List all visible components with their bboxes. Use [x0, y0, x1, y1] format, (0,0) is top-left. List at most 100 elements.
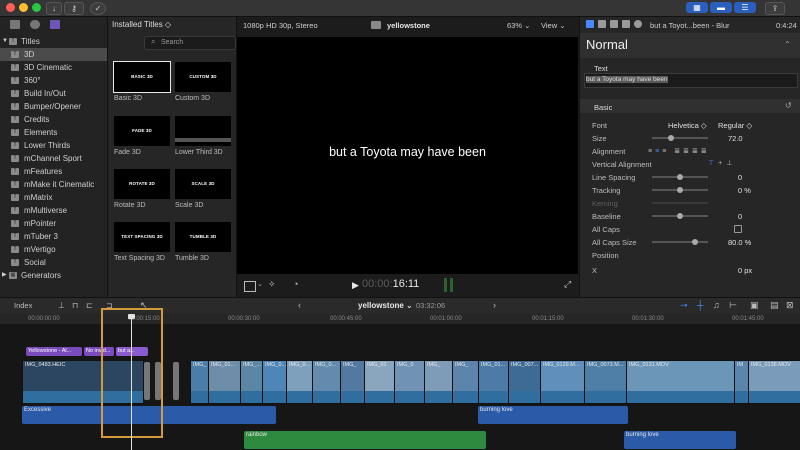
clip-appearance-icon[interactable]: ▣	[750, 300, 759, 311]
align-bottom-icon[interactable]: ⊥	[726, 160, 736, 167]
info-inspector-icon[interactable]	[586, 20, 594, 28]
timeline-project-menu[interactable]: yellowstone ⌄	[358, 301, 413, 310]
sidebar-item-3d-cinematic[interactable]: T 3D Cinematic	[0, 61, 107, 74]
line-spacing-slider[interactable]	[652, 174, 708, 180]
audio-clip[interactable]: rainbow	[244, 431, 486, 449]
minimize-window-button[interactable]	[19, 3, 28, 12]
font-style-menu[interactable]: Regular ◇	[718, 121, 752, 130]
solo-headphones-icon[interactable]: ♫	[713, 300, 720, 310]
title-clip[interactable]: Yellowstone - Al...	[26, 347, 82, 356]
sidebar-item-mmultiverse[interactable]: TmMultiverse	[0, 204, 107, 217]
enhance-wand-icon[interactable]: ✧	[268, 279, 276, 290]
sidebar-item-build-in-out[interactable]: T Build In/Out	[0, 87, 107, 100]
align-top-icon[interactable]: ⊤	[708, 160, 718, 167]
disclosure-down-icon[interactable]: ▼	[2, 35, 8, 48]
video-clip[interactable]: IMG_01...	[478, 360, 510, 404]
video-clip[interactable]: IMG_	[340, 360, 366, 404]
sidebar-item-elements[interactable]: T Elements	[0, 126, 107, 139]
sidebar-item-generators[interactable]: ▶ ▦ Generators	[0, 269, 107, 282]
sidebar-item-titles[interactable]: ▼ T Titles	[0, 35, 107, 48]
tracking-slider[interactable]	[652, 187, 708, 193]
photos-icon[interactable]	[10, 20, 20, 29]
all-caps-size-value[interactable]: 80.0 %	[728, 238, 751, 247]
zoom-menu[interactable]: 63% ⌄	[507, 21, 530, 30]
sidebar-item-social[interactable]: T Social	[0, 256, 107, 269]
close-window-button[interactable]	[6, 3, 15, 12]
video-clip[interactable]: IMG_0...	[262, 360, 288, 404]
sidebar-item-mmatrix[interactable]: TmMatrix	[0, 191, 107, 204]
import-button[interactable]: ↓	[46, 2, 62, 15]
video-clip[interactable]: IMG_01	[364, 360, 396, 404]
align-middle-icon[interactable]: +	[718, 160, 726, 167]
audio-clip[interactable]: burning love	[624, 431, 736, 449]
align-right-icon[interactable]: ≡	[662, 148, 669, 155]
show-inspector-button[interactable]: ☰	[734, 2, 756, 13]
video-clip[interactable]: IMG_0131.MOV	[626, 360, 736, 404]
sidebar-item-mfeatures[interactable]: TmFeatures	[0, 165, 107, 178]
back-arrow-icon[interactable]: ‹	[298, 300, 301, 310]
title-thumbnail[interactable]	[175, 116, 231, 146]
background-tasks-button[interactable]: ✓	[90, 2, 106, 15]
sidebar-item-mpointer[interactable]: TmPointer	[0, 217, 107, 230]
fullscreen-icon[interactable]: ⤢	[564, 279, 571, 290]
video-clip[interactable]: IMG_01...	[208, 360, 242, 404]
music-icon[interactable]	[30, 20, 40, 29]
all-caps-size-slider[interactable]	[652, 239, 708, 245]
sidebar-item-3d[interactable]: T 3D	[0, 48, 107, 61]
play-icon[interactable]: ▶	[352, 280, 359, 291]
browser-header[interactable]: Installed Titles ◇	[108, 20, 236, 29]
baseline-value[interactable]: 0	[738, 212, 742, 221]
title-overlay-text[interactable]: but a Toyota may have been	[237, 145, 578, 159]
insert-clip-icon[interactable]: ⊓	[72, 301, 78, 310]
append-clip-icon[interactable]: ⊏	[86, 301, 93, 310]
video-clip[interactable]: IMG_0	[394, 360, 426, 404]
title-thumbnail[interactable]: FADE 3D	[114, 116, 170, 146]
snapping-icon[interactable]: ⊢	[729, 300, 737, 311]
video-clip[interactable]: IMG_0...	[286, 360, 314, 404]
audio-clip[interactable]: burning love	[478, 406, 628, 424]
show-browser-button[interactable]: ▦	[686, 2, 708, 13]
chevron-down-icon[interactable]: ⌄	[257, 280, 263, 288]
slider-knob[interactable]	[677, 187, 683, 193]
font-family-menu[interactable]: Helvetica ◇	[668, 121, 707, 130]
video-clip[interactable]: IMG_0138.MOV	[748, 360, 800, 404]
video-clip[interactable]: IMG_0073.M...	[584, 360, 628, 404]
updown-chevron-icon[interactable]: ⌃	[784, 40, 791, 49]
size-value[interactable]: 72.0	[728, 134, 743, 143]
video-clip[interactable]: IMG_0129.M...	[540, 360, 586, 404]
title-thumbnail[interactable]: BASIC 3D	[113, 61, 171, 93]
vertical-alignment-buttons[interactable]: ⊤+⊥	[708, 159, 736, 167]
transitions-browser-icon[interactable]: ⊠	[786, 300, 794, 311]
disclosure-right-icon[interactable]: ▶	[2, 269, 7, 282]
view-menu[interactable]: View ⌄	[541, 21, 566, 30]
video-clip[interactable]: IMG_	[190, 360, 210, 404]
playhead[interactable]	[131, 316, 132, 450]
size-slider[interactable]	[652, 135, 708, 141]
share-button[interactable]: ⇪	[765, 2, 785, 15]
video-inspector-icon[interactable]	[610, 20, 618, 28]
all-caps-checkbox[interactable]	[734, 225, 742, 233]
line-spacing-value[interactable]: 0	[738, 173, 742, 182]
title-thumbnail[interactable]: SCALE 3D	[175, 169, 231, 199]
transform-icon[interactable]	[244, 281, 256, 292]
tracking-value[interactable]: 0 %	[738, 186, 751, 195]
show-timeline-button[interactable]: ▬	[710, 2, 732, 13]
title-thumbnail[interactable]: TUMBLE 3D	[175, 222, 231, 252]
justify-icon[interactable]: ≣≣≣≣	[674, 148, 709, 155]
viewer-canvas[interactable]: but a Toyota may have been	[237, 37, 578, 274]
index-button[interactable]: Index	[14, 301, 32, 310]
video-clip[interactable]: IMG_	[452, 360, 480, 404]
share-inspector-icon[interactable]	[634, 20, 642, 28]
gap-clip[interactable]	[173, 362, 179, 400]
position-x-value[interactable]: 0 px	[738, 266, 752, 275]
connect-clip-icon[interactable]: ⊥	[58, 301, 65, 310]
video-clip[interactable]: IMG_0...	[312, 360, 342, 404]
reset-icon[interactable]: ↺	[785, 101, 792, 110]
slider-knob[interactable]	[677, 174, 683, 180]
audio-skimming-icon[interactable]: ┼	[697, 300, 703, 310]
sidebar-item-360[interactable]: T 360°	[0, 74, 107, 87]
sidebar-item-credits[interactable]: T Credits	[0, 113, 107, 126]
video-clip[interactable]: IMG_...	[240, 360, 264, 404]
alignment-buttons[interactable]: ≡≡≡ ≣≣≣≣	[648, 147, 710, 155]
video-clip[interactable]: IMG_007...	[508, 360, 542, 404]
